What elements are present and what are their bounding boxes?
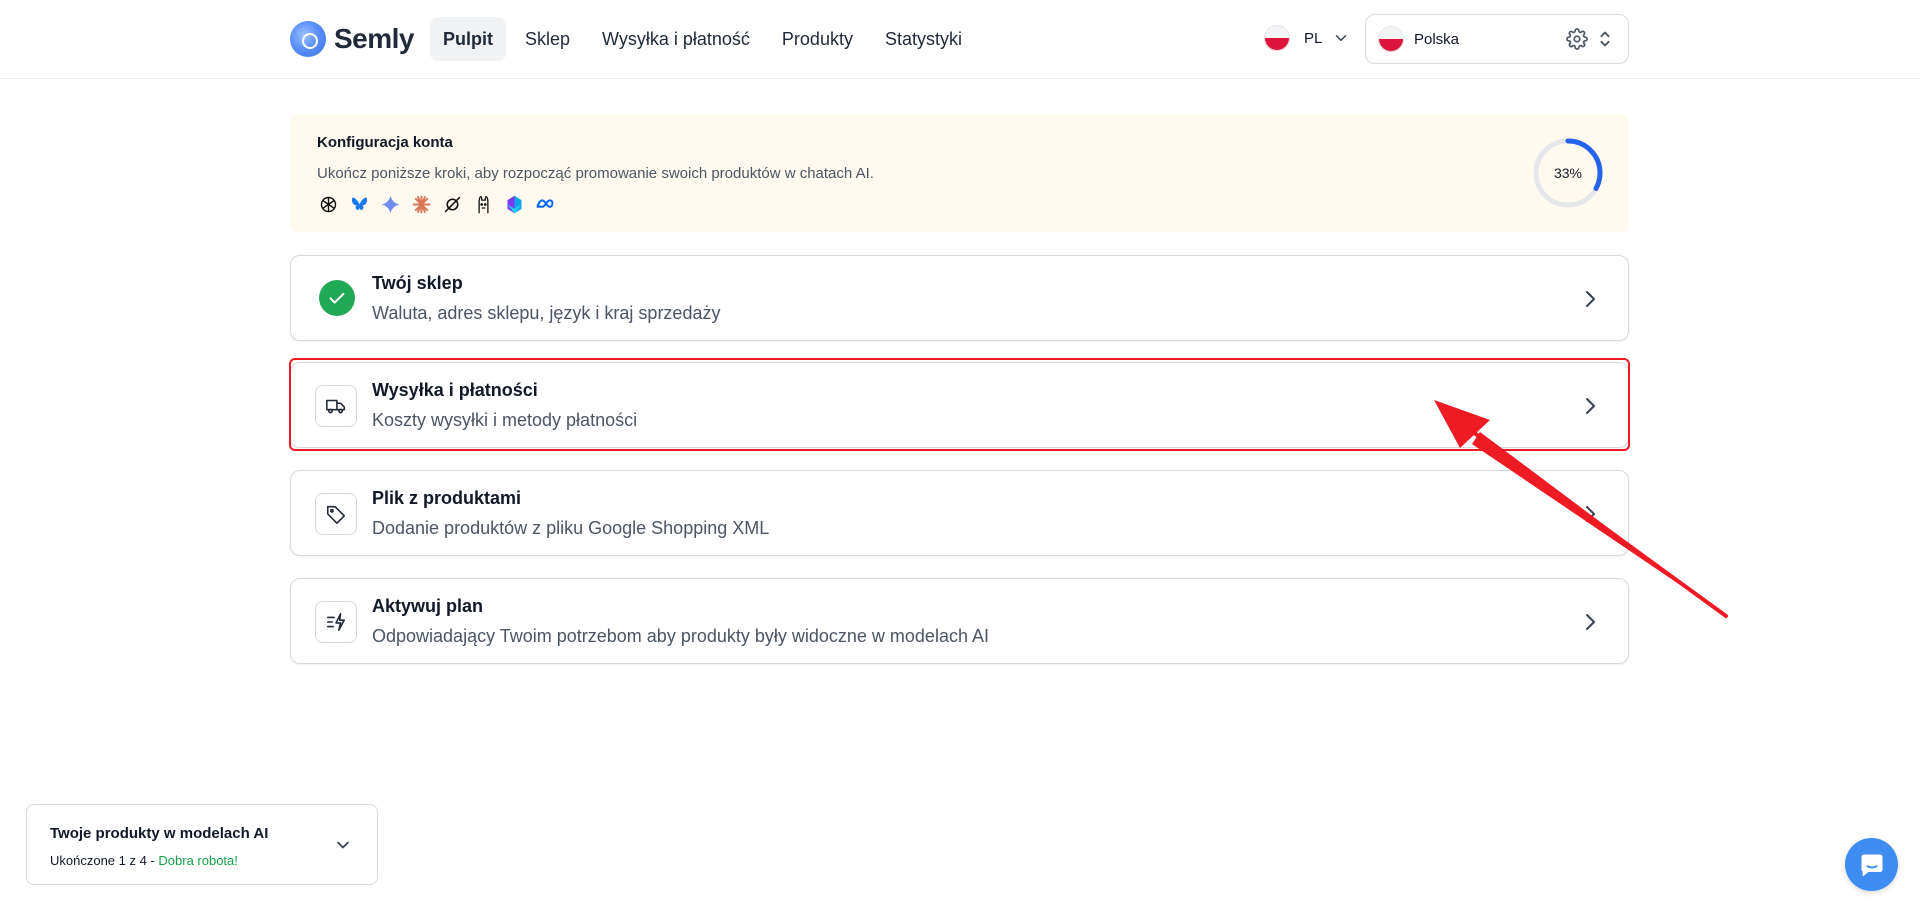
chat-support-button[interactable] (1845, 838, 1898, 891)
step-title: Twój sklep (372, 273, 463, 293)
check-circle-icon (319, 280, 355, 316)
step-card-product-file[interactable]: Plik z produktami Dodanie produktów z pl… (290, 470, 1629, 556)
language-code: PL (1304, 29, 1323, 47)
nav-item-sklep[interactable]: Sklep (512, 17, 583, 61)
truck-icon (315, 385, 357, 427)
copilot-icon (503, 193, 526, 216)
bluesky-butterfly-icon (348, 193, 371, 216)
llama-icon (472, 193, 495, 216)
semly-logo-icon (290, 21, 326, 57)
country-label: Polska (1414, 30, 1460, 48)
country-selector[interactable]: Polska (1365, 14, 1629, 64)
chat-bubble-icon (1861, 854, 1882, 877)
banner-title: Konfiguracja konta (317, 134, 453, 151)
step-title: Aktywuj plan (372, 596, 484, 616)
gemini-sparkle-icon (379, 193, 402, 216)
step-subtitle: Koszty wysyłki i metody płatności (372, 410, 638, 430)
step-card-your-store[interactable]: Twój sklep Waluta, adres sklepu, język i… (290, 255, 1629, 341)
top-header: Semly Pulpit Sklep Wysyłka i płatność Pr… (0, 0, 1920, 79)
chevron-right-icon (1586, 398, 1595, 414)
widget-progress-text: Ukończone 1 z 4 - Dobra robota! (50, 853, 238, 868)
chevron-up-down-icon (1600, 31, 1610, 47)
chatgpt-icon (317, 193, 340, 216)
main-nav: Pulpit Sklep Wysyłka i płatność Produkty… (430, 17, 975, 61)
language-selector[interactable]: PL (1264, 25, 1350, 51)
nav-item-shipping-payment[interactable]: Wysyłka i płatność (589, 17, 763, 61)
chevron-right-icon (1586, 506, 1595, 522)
poland-flag-icon (1378, 26, 1404, 52)
chevron-down-icon (1336, 35, 1347, 41)
step-title: Wysyłka i płatności (372, 380, 538, 400)
gear-icon[interactable] (1566, 28, 1588, 50)
nav-item-produkty[interactable]: Produkty (769, 17, 866, 61)
ai-products-progress-widget[interactable]: Twoje produkty w modelach AI Ukończone 1… (26, 804, 378, 885)
widget-title: Twoje produkty w modelach AI (50, 825, 269, 842)
app-logo[interactable]: Semly (290, 21, 415, 57)
praise-text: Dobra robota! (158, 853, 238, 868)
banner-subtitle: Ukończ poniższe kroki, aby rozpocząć pro… (317, 165, 874, 182)
ai-model-icons (317, 193, 557, 216)
chevron-right-icon (1586, 614, 1595, 630)
step-subtitle: Dodanie produktów z pliku Google Shoppin… (372, 518, 770, 538)
poland-flag-icon (1264, 25, 1290, 51)
chevron-down-icon (337, 841, 349, 849)
logo-text: Semly (334, 23, 415, 54)
bolt-list-icon (315, 601, 357, 643)
step-subtitle: Odpowiadający Twoim potrzebom aby produk… (372, 626, 989, 646)
meta-infinity-icon (534, 193, 557, 216)
step-subtitle: Waluta, adres sklepu, język i kraj sprze… (372, 303, 721, 323)
completed-count-text: Ukończone 1 z 4 - (50, 853, 159, 868)
account-setup-banner: Konfiguracja konta Ukończ poniższe kroki… (290, 114, 1629, 232)
setup-progress-label: 33% (1553, 165, 1583, 181)
nav-item-statystyki[interactable]: Statystyki (872, 17, 975, 61)
tag-icon (315, 493, 357, 535)
claude-asterisk-icon (410, 193, 433, 216)
chevron-right-icon (1586, 291, 1595, 307)
step-card-activate-plan[interactable]: Aktywuj plan Odpowiadający Twoim potrzeb… (290, 578, 1629, 664)
step-card-shipping-payments[interactable]: Wysyłka i płatności Koszty wysyłki i met… (290, 362, 1629, 448)
step-title: Plik z produktami (372, 488, 522, 508)
grok-icon (441, 193, 464, 216)
nav-item-pulpit[interactable]: Pulpit (430, 17, 506, 61)
